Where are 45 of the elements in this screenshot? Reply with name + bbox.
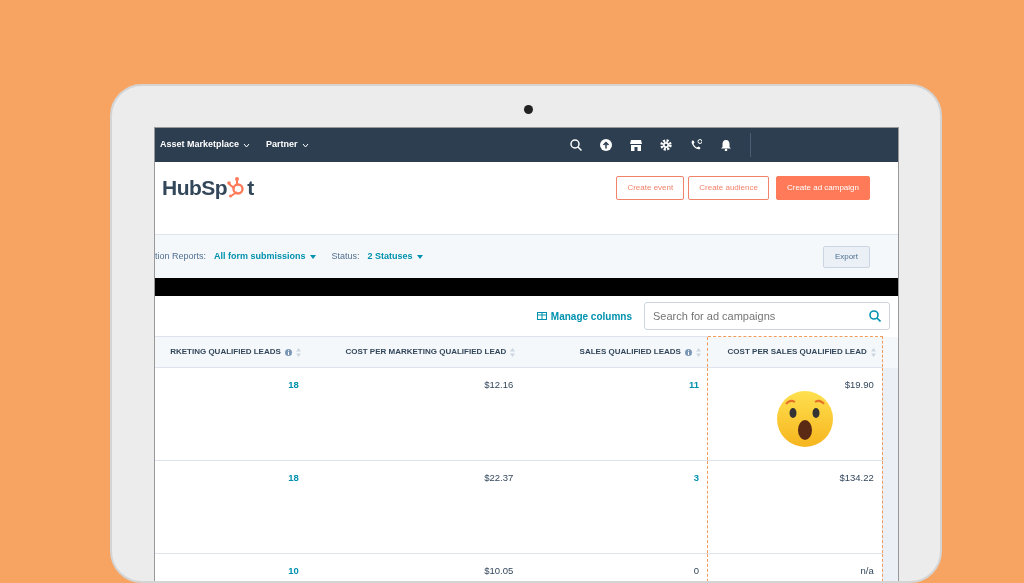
column-header[interactable]: SALES QUALIFIED LEADS: [579, 346, 681, 358]
caret-icon: [301, 142, 309, 148]
table-cell: $22.37: [484, 472, 514, 483]
column-header[interactable]: COST PER SALES QUALIFIED LEAD: [727, 346, 867, 358]
caret-icon: [416, 254, 423, 259]
filter-dropdown[interactable]: All form submissions: [214, 249, 316, 264]
table-cell: 0: [693, 565, 699, 576]
camera-icon: [524, 105, 533, 114]
nav-menu-item[interactable]: Asset Marketplace: [160, 138, 251, 152]
filter-label: tion Reports:: [155, 249, 207, 263]
store-icon[interactable]: [630, 139, 642, 151]
table-cell: n/a: [860, 565, 874, 576]
count-link[interactable]: 3: [693, 472, 699, 483]
export-button[interactable]: Export: [822, 245, 870, 268]
count-link[interactable]: 18: [288, 472, 299, 483]
nav-menu-item[interactable]: Partner: [266, 138, 309, 152]
count-link[interactable]: 18: [288, 379, 299, 390]
table-cell: $134.22: [839, 472, 874, 483]
upload-icon[interactable]: [600, 139, 612, 151]
table-cell: $19.90: [844, 379, 874, 390]
settings-icon[interactable]: [660, 139, 672, 151]
caret-icon: [243, 142, 251, 148]
table-cell: $10.05: [484, 565, 514, 576]
filter-dropdown[interactable]: 2 Statuses: [367, 249, 423, 264]
manage-columns-link[interactable]: Manage columns: [536, 308, 632, 324]
scrollbar[interactable]: [882, 336, 898, 368]
logo: HubSp t: [162, 176, 254, 198]
surprised-emoji-icon: [776, 390, 834, 448]
columns-icon: [536, 312, 547, 320]
outline-button[interactable]: Create event: [616, 176, 685, 200]
search-field[interactable]: Search for ad campaigns: [644, 302, 890, 330]
column-header[interactable]: COST PER MARKETING QUALIFIED LEAD: [345, 346, 507, 358]
table-cell: $12.16: [484, 379, 514, 390]
outline-button[interactable]: Create audience: [688, 176, 769, 200]
notification-icon[interactable]: [720, 139, 732, 151]
info-icon: [684, 348, 692, 356]
column-header[interactable]: RKETING QUALIFIED LEADS: [170, 346, 281, 358]
primary-button[interactable]: Create ad campaign: [775, 176, 870, 200]
caret-icon: [309, 254, 316, 259]
info-icon: [284, 348, 292, 356]
count-link[interactable]: 11: [688, 379, 699, 390]
filter-label: Status:: [331, 249, 360, 263]
phone-icon[interactable]: [690, 139, 702, 151]
search-icon[interactable]: [570, 139, 582, 151]
count-link[interactable]: 10: [288, 565, 299, 576]
